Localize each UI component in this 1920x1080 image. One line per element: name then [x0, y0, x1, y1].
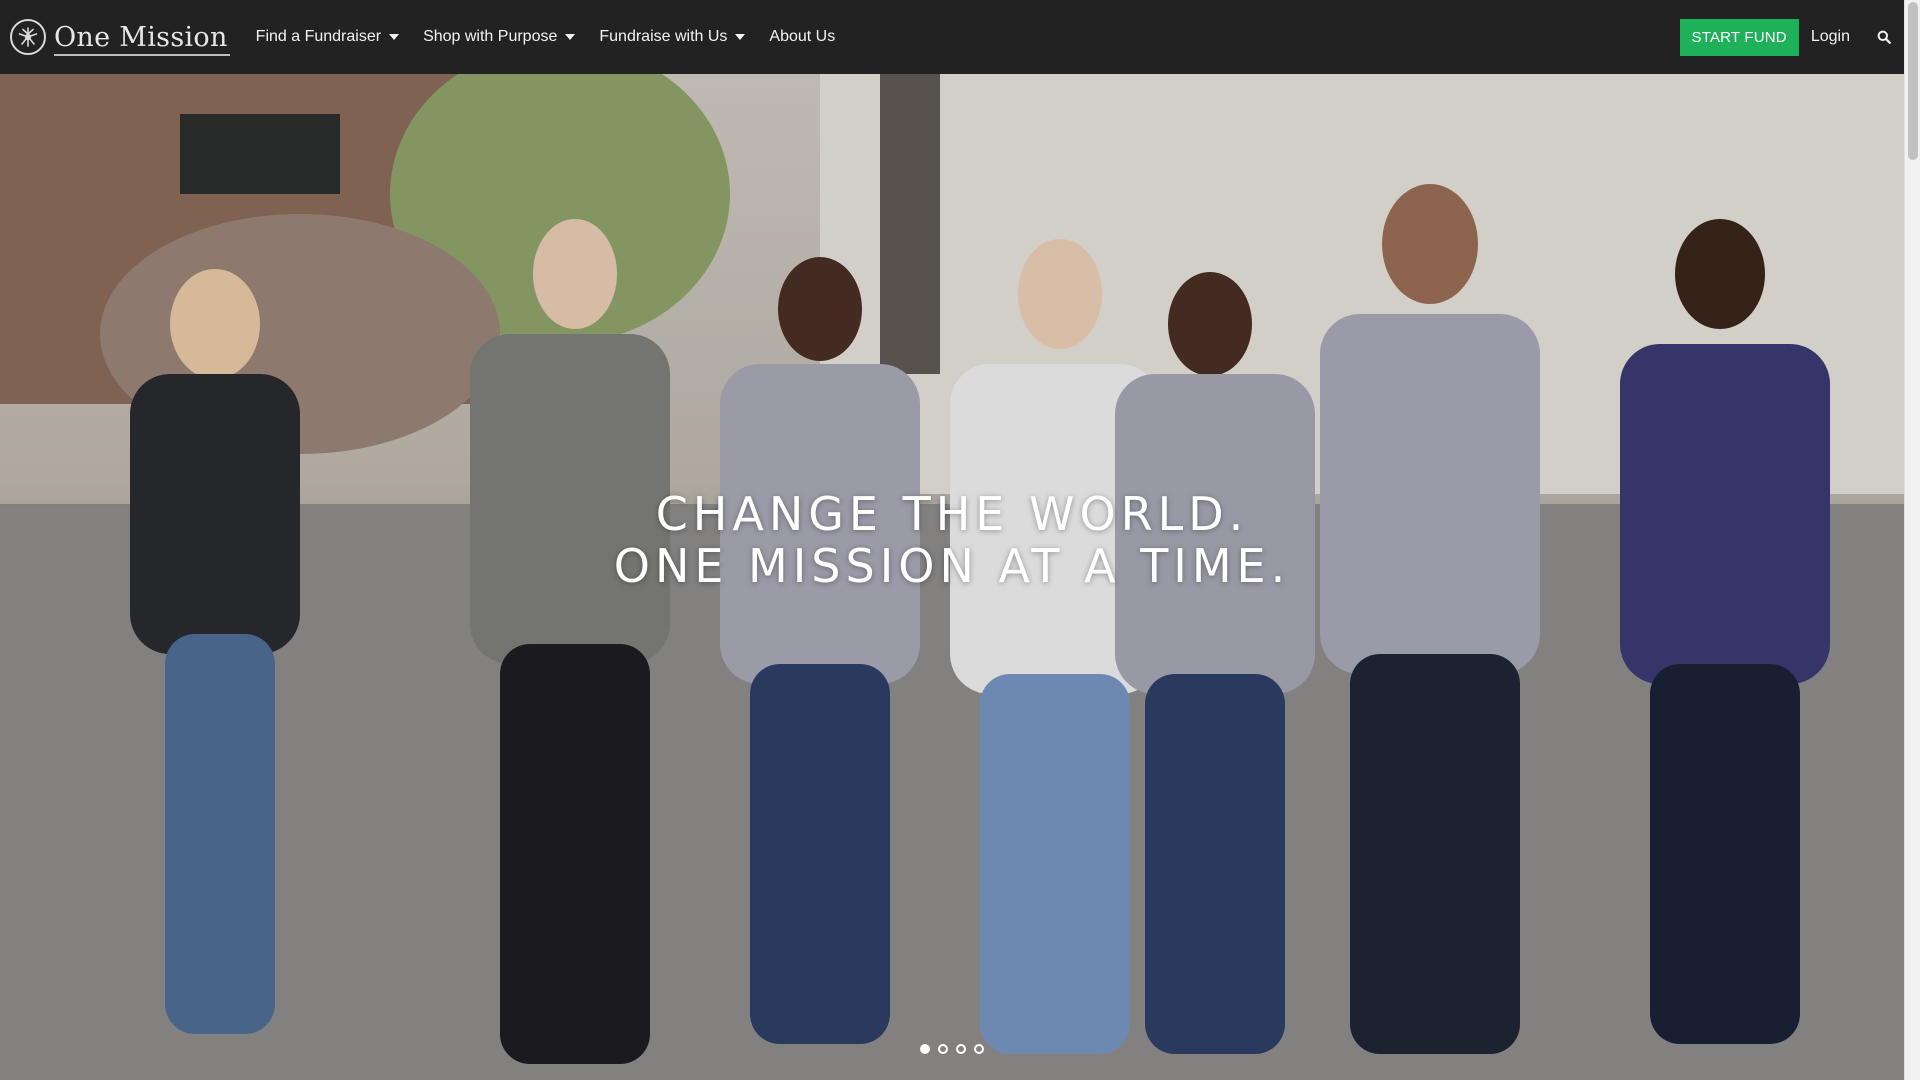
- nav-actions: START FUND Login: [1679, 0, 1905, 74]
- caret-down-icon: [389, 34, 400, 40]
- page: One Mission Find a Fundraiser Shop with …: [0, 0, 1920, 1080]
- carousel-dot[interactable]: [974, 1044, 984, 1054]
- nav-about-us[interactable]: About Us: [769, 0, 835, 74]
- nav-item-label: Find a Fundraiser: [255, 28, 382, 45]
- tree-logo-icon: [10, 19, 46, 55]
- hero-headline: CHANGE THE WORLD. ONE MISSION AT A TIME.: [0, 488, 1904, 592]
- carousel-indicators: [0, 1044, 1904, 1054]
- carousel-dot[interactable]: [938, 1044, 948, 1054]
- hero-headline-line-2: ONE MISSION AT A TIME.: [613, 539, 1291, 593]
- nav-find-a-fundraiser[interactable]: Find a Fundraiser: [255, 0, 400, 74]
- hero-carousel: CHANGE THE WORLD. ONE MISSION AT A TIME.: [0, 74, 1904, 1080]
- caret-down-icon: [565, 34, 576, 40]
- nav-shop-with-purpose[interactable]: Shop with Purpose: [423, 0, 576, 74]
- brand-name: One Mission: [54, 21, 230, 56]
- nav-item-label: Shop with Purpose: [423, 28, 558, 45]
- brand-logo-link[interactable]: One Mission: [10, 0, 230, 74]
- carousel-dot[interactable]: [956, 1044, 966, 1054]
- page-scrollbar[interactable]: [1904, 0, 1920, 1080]
- search-icon[interactable]: [1874, 27, 1894, 47]
- start-fund-button[interactable]: START FUND: [1679, 18, 1799, 56]
- nav-item-label: About Us: [769, 28, 836, 45]
- top-navbar: One Mission Find a Fundraiser Shop with …: [0, 0, 1904, 74]
- nav-item-label: Fundraise with Us: [599, 28, 728, 45]
- scrollbar-thumb[interactable]: [1908, 2, 1918, 160]
- hero-headline-line-1: CHANGE THE WORLD.: [655, 487, 1249, 541]
- carousel-dot[interactable]: [920, 1044, 930, 1054]
- caret-down-icon: [735, 34, 746, 40]
- login-link[interactable]: Login: [1811, 28, 1850, 46]
- nav-fundraise-with-us[interactable]: Fundraise with Us: [599, 0, 746, 74]
- main-nav: Find a Fundraiser Shop with Purpose Fund…: [256, 0, 860, 74]
